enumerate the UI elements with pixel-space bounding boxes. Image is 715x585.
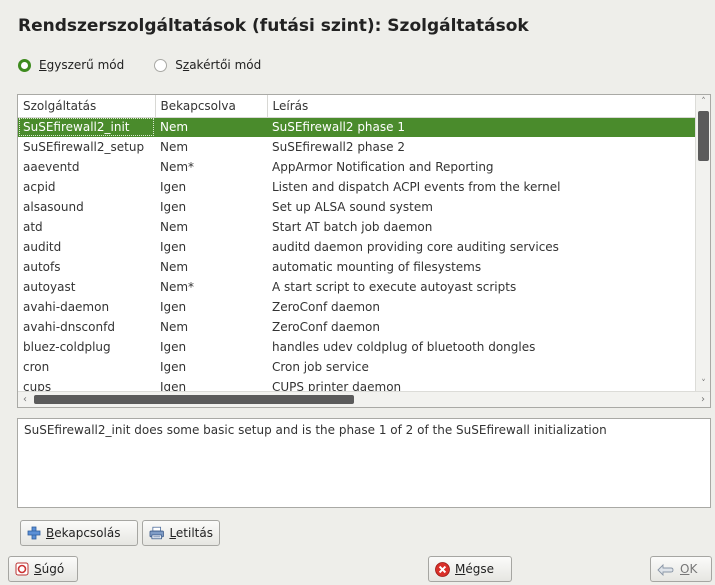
cell-service: bluez-coldplug xyxy=(23,340,111,354)
mode-selector: Egyszerű mód Szakértői mód xyxy=(18,58,291,72)
radio-unchecked-icon xyxy=(154,58,168,72)
vertical-scrollbar[interactable]: ˄ ˅ xyxy=(695,95,710,391)
cell-service: SuSEfirewall2_setup xyxy=(23,140,145,154)
cell-service: aaeventd xyxy=(23,160,80,174)
cell-description: ZeroConf daemon xyxy=(272,300,380,314)
cell-description: A start script to execute autoyast scrip… xyxy=(272,280,517,294)
cancel-button-label: Mégse xyxy=(455,562,494,576)
plus-icon xyxy=(27,526,41,540)
table-row[interactable]: autofs Nem automatic mounting of filesyste… xyxy=(18,257,695,277)
simple-mode-radio[interactable]: Egyszerű mód xyxy=(18,58,124,72)
horizontal-scrollbar[interactable]: ‹ › xyxy=(18,391,710,407)
cell-enabled: Nem* xyxy=(160,280,195,294)
cell-description: Start AT batch job daemon xyxy=(272,220,433,234)
column-header-service[interactable]: Szolgáltatás xyxy=(18,95,156,118)
ok-hand-icon xyxy=(657,563,674,576)
ok-button[interactable]: OK xyxy=(650,556,712,582)
cancel-icon xyxy=(435,561,450,577)
scroll-left-icon[interactable]: ‹ xyxy=(18,392,32,407)
help-icon xyxy=(15,562,29,576)
table-row[interactable]: acpid Igen Listen and dispatch ACPI events… xyxy=(18,177,695,197)
dialog-title: Rendszerszolgáltatások (futási szint): S… xyxy=(18,16,529,36)
simple-mode-label: Egyszerű mód xyxy=(39,58,125,72)
table-row[interactable]: bluez-coldplug Igen handles udev coldplug … xyxy=(18,337,695,357)
cell-enabled: Igen xyxy=(160,340,187,354)
scroll-up-icon[interactable]: ˄ xyxy=(696,95,710,109)
table-row[interactable]: SuSEfirewall2_init Nem SuSEfirewall2 phase… xyxy=(18,117,695,137)
cell-description: SuSEfirewall2 phase 1 xyxy=(267,117,695,137)
table-row[interactable]: aaeventd Nem* AppArmor Notification and Re… xyxy=(18,157,695,177)
ok-button-label: OK xyxy=(680,562,698,576)
cell-service: acpid xyxy=(23,180,56,194)
radio-checked-icon xyxy=(18,58,31,72)
vertical-scroll-thumb[interactable] xyxy=(698,111,709,161)
cell-enabled: Igen xyxy=(160,180,187,194)
services-table: Szolgáltatás Bekapcsolva Leírás SuSEfire… xyxy=(18,95,695,397)
services-table-container: Szolgáltatás Bekapcsolva Leírás SuSEfire… xyxy=(17,94,711,408)
table-row[interactable]: avahi-dnsconfd Nem ZeroConf daemon xyxy=(18,317,695,337)
cell-description: SuSEfirewall2 phase 2 xyxy=(272,140,405,154)
cell-description: Set up ALSA sound system xyxy=(272,200,433,214)
cell-enabled: Igen xyxy=(160,300,187,314)
enable-button[interactable]: Bekapcsolás xyxy=(20,520,138,546)
enable-button-label: Bekapcsolás xyxy=(46,526,121,540)
disable-button[interactable]: Letiltás xyxy=(142,520,220,546)
table-row[interactable]: SuSEfirewall2_setup Nem SuSEfirewall2 phas… xyxy=(18,137,695,157)
cell-service: cron xyxy=(23,360,50,374)
cell-service: atd xyxy=(23,220,43,234)
cell-service: SuSEfirewall2_init xyxy=(18,117,155,137)
help-button[interactable]: Súgó xyxy=(8,556,78,582)
cell-enabled: Igen xyxy=(160,240,187,254)
cell-description: handles udev coldplug of bluetooth dongl… xyxy=(272,340,536,354)
cell-description: Listen and dispatch ACPI events from the… xyxy=(272,180,561,194)
table-row[interactable]: auditd Igen auditd daemon providing core a… xyxy=(18,237,695,257)
cell-description: automatic mounting of filesystems xyxy=(272,260,482,274)
scroll-down-icon[interactable]: ˅ xyxy=(696,377,710,391)
table-header: Szolgáltatás Bekapcsolva Leírás xyxy=(18,95,695,118)
cancel-button[interactable]: Mégse xyxy=(428,556,512,582)
cell-service: autofs xyxy=(23,260,61,274)
help-button-label: Súgó xyxy=(34,562,65,576)
table-row[interactable]: autoyast Nem* A start script to execute au… xyxy=(18,277,695,297)
printer-icon xyxy=(149,526,164,540)
cell-enabled: Igen xyxy=(160,360,187,374)
column-header-description[interactable]: Leírás xyxy=(267,95,695,118)
cell-enabled: Nem xyxy=(160,140,189,154)
cell-enabled: Nem xyxy=(160,260,189,274)
cell-enabled: Nem xyxy=(160,320,189,334)
table-row[interactable]: atd Nem Start AT batch job daemon xyxy=(18,217,695,237)
disable-button-label: Letiltás xyxy=(169,526,213,540)
cell-description: ZeroConf daemon xyxy=(272,320,380,334)
horizontal-scroll-thumb[interactable] xyxy=(34,395,354,404)
cell-description: Cron job service xyxy=(272,360,369,374)
cell-enabled: Igen xyxy=(160,200,187,214)
service-description-box: SuSEfirewall2_init does some basic setup… xyxy=(17,418,711,508)
cell-enabled: Nem xyxy=(155,117,267,137)
cell-enabled: Nem xyxy=(160,220,189,234)
cell-description: AppArmor Notification and Reporting xyxy=(272,160,494,174)
cell-service: avahi-daemon xyxy=(23,300,110,314)
table-row[interactable]: cron Igen Cron job service xyxy=(18,357,695,377)
cell-service: auditd xyxy=(23,240,62,254)
cell-service: autoyast xyxy=(23,280,76,294)
scroll-right-icon[interactable]: › xyxy=(696,392,710,407)
cell-description: auditd daemon providing core auditing se… xyxy=(272,240,559,254)
cell-enabled: Nem* xyxy=(160,160,195,174)
cell-service: avahi-dnsconfd xyxy=(23,320,115,334)
table-row[interactable]: alsasound Igen Set up ALSA sound system xyxy=(18,197,695,217)
column-header-enabled[interactable]: Bekapcsolva xyxy=(155,95,268,118)
cell-service: alsasound xyxy=(23,200,84,214)
table-row[interactable]: avahi-daemon Igen ZeroConf daemon xyxy=(18,297,695,317)
expert-mode-label: Szakértői mód xyxy=(175,58,262,72)
expert-mode-radio[interactable]: Szakértői mód xyxy=(154,58,261,72)
